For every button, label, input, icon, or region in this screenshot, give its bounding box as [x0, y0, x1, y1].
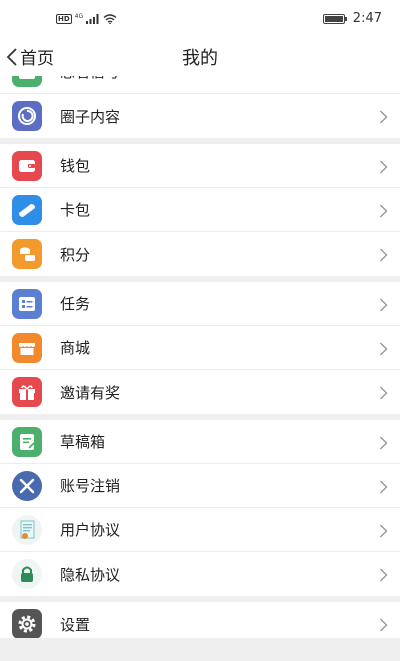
menu-group: 草稿箱账号注销用户协议隐私协议 [0, 420, 400, 596]
store-icon [12, 332, 42, 363]
hd-badge: HD [56, 14, 72, 24]
privacy-lock-icon [12, 559, 42, 589]
menu-item-label: 钱包 [60, 157, 91, 175]
menu-list: 想看信号圈子内容钱包卡包积分任务商城邀请有奖草稿箱账号注销用户协议隐私协议设置 [0, 76, 400, 646]
menu-item-label: 商城 [60, 339, 91, 357]
menu-item-coins[interactable]: 积分 [0, 232, 400, 276]
menu-item-card[interactable]: 卡包 [0, 188, 400, 232]
card-icon [12, 194, 42, 225]
status-indicators: HD 4G [56, 12, 117, 26]
menu-item-agreement[interactable]: 用户协议 [0, 508, 400, 552]
task-list-icon [12, 288, 42, 319]
menu-item-label: 草稿箱 [60, 433, 106, 451]
menu-group: 钱包 卡包 积分 [0, 144, 400, 276]
status-time: 2:47 [352, 11, 382, 26]
chevron-right-icon [379, 297, 388, 316]
chevron-right-icon [379, 567, 388, 586]
agreement-icon [12, 514, 42, 545]
wifi-icon [103, 14, 117, 24]
page-title: 我的 [182, 48, 218, 69]
chevron-right-icon [379, 435, 388, 454]
draft-icon [12, 426, 42, 457]
chevron-right-icon [379, 159, 388, 178]
menu-item-label: 设置 [60, 615, 91, 634]
menu-item-gift[interactable]: 邀请有奖 [0, 370, 400, 414]
coins-icon [12, 239, 42, 269]
circle-spiral-icon [12, 101, 42, 131]
signal-icon [86, 14, 99, 24]
chevron-right-icon [379, 617, 388, 636]
partial-green-icon [12, 76, 42, 87]
cancel-account-icon [12, 470, 42, 501]
menu-item-label: 用户协议 [60, 521, 121, 539]
menu-item-privacy-lock[interactable]: 隐私协议 [0, 552, 400, 596]
nav-bar: 首页 我的 [0, 36, 400, 76]
status-bar: HD 4G 2:47 [0, 0, 400, 36]
menu-item-circle-spiral[interactable]: 圈子内容 [0, 94, 400, 138]
menu-item-label: 任务 [60, 295, 91, 313]
menu-item-label: 积分 [60, 245, 91, 264]
chevron-right-icon [379, 479, 388, 498]
chevron-right-icon [379, 203, 388, 222]
menu-item-task-list[interactable]: 任务 [0, 282, 400, 326]
menu-item-label: 卡包 [60, 201, 91, 219]
chevron-right-icon [379, 109, 388, 128]
chevron-right-icon [379, 247, 388, 266]
status-right: 2:47 [322, 11, 382, 26]
menu-item-cancel-account[interactable]: 账号注销 [0, 464, 400, 508]
network-type: 4G [74, 12, 84, 20]
menu-item-label: 隐私协议 [60, 565, 121, 584]
chevron-right-icon [379, 523, 388, 542]
gear-icon [12, 609, 42, 639]
menu-item-wallet[interactable]: 钱包 [0, 144, 400, 188]
menu-item-store[interactable]: 商城 [0, 326, 400, 370]
menu-item-label: 想看信号 [60, 76, 120, 82]
menu-item-label: 账号注销 [60, 477, 121, 495]
chevron-right-icon [379, 385, 388, 404]
menu-item-label: 邀请有奖 [60, 383, 121, 402]
wallet-icon [12, 150, 42, 181]
menu-item-partial-green[interactable]: 想看信号 [0, 76, 400, 94]
menu-group: 想看信号圈子内容 [0, 76, 400, 138]
battery-icon [322, 13, 347, 24]
menu-item-draft[interactable]: 草稿箱 [0, 420, 400, 464]
gift-icon [12, 377, 42, 407]
bottom-background [0, 638, 400, 661]
menu-item-label: 圈子内容 [60, 107, 121, 126]
menu-group: 任务 商城 邀请有奖 [0, 282, 400, 414]
chevron-right-icon [379, 341, 388, 360]
